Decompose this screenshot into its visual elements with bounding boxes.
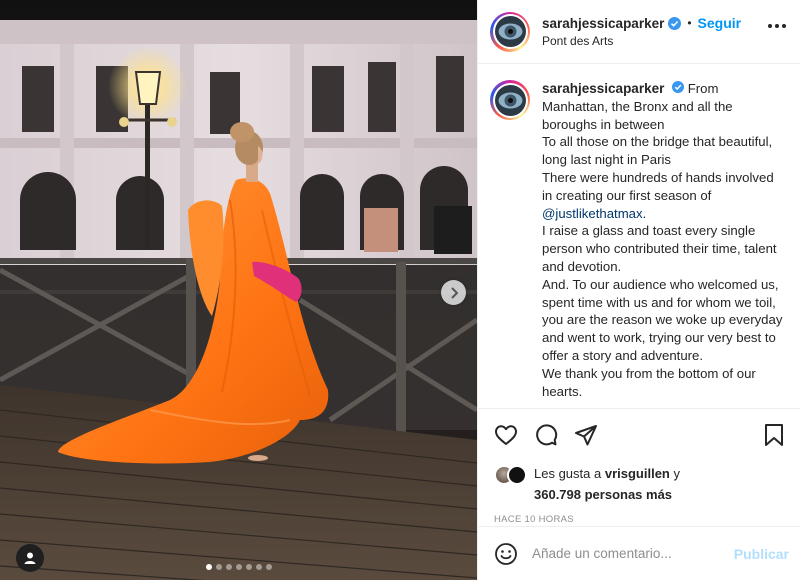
separator-dot: • (687, 16, 692, 30)
post-media[interactable] (0, 0, 477, 580)
caption-period: . (642, 205, 647, 221)
caption-line: And. To our audience who welcomed us, sp… (542, 276, 783, 363)
emoji-icon[interactable] (494, 542, 518, 566)
comment-composer: Publicar (478, 526, 800, 580)
likes-joiner: y (673, 466, 681, 481)
comment-input[interactable] (532, 546, 734, 561)
post-actions: Les gusta a vrisguillen y 360.798 person… (478, 408, 800, 525)
post-header: sarahjessicaparker • Seguir Pont des Art… (478, 0, 800, 64)
follow-button[interactable]: Seguir (698, 15, 742, 31)
carousel-dot (215, 564, 222, 570)
carousel-dot (255, 564, 262, 570)
likes-prefix: Les gusta a (534, 466, 602, 481)
verified-badge-icon (672, 81, 685, 93)
heart-icon[interactable] (494, 423, 518, 447)
caption-avatar[interactable] (490, 80, 530, 120)
liker-username-link[interactable]: vrisguillen (605, 466, 670, 481)
location-link[interactable]: Pont des Arts (542, 34, 788, 48)
bookmark-icon[interactable] (763, 423, 785, 447)
avatar[interactable] (490, 11, 530, 52)
carousel-indicator (0, 564, 477, 570)
carousel-dot (205, 564, 212, 570)
mention-link[interactable]: @justlikethatmax (542, 206, 643, 221)
share-icon[interactable] (574, 423, 598, 447)
chevron-right-icon (450, 286, 458, 299)
post-timestamp[interactable]: HACE 10 HORAS (478, 514, 800, 525)
caption-line: To all those on the bridge that beautifu… (542, 134, 773, 168)
caption-line: We thank you from the bottom of our hear… (542, 365, 756, 399)
carousel-dot (235, 564, 242, 570)
caption-line: I raise a glass and toast every single p… (542, 223, 777, 274)
post-photo (0, 0, 477, 580)
verified-badge-icon (668, 16, 682, 30)
likes-summary: Les gusta a vrisguillen y (478, 463, 800, 485)
caption-line: There were hundreds of hands involved in… (542, 169, 774, 203)
username-link[interactable]: sarahjessicaparker (542, 16, 664, 31)
comment-icon[interactable] (534, 423, 558, 447)
post-side-panel: sarahjessicaparker • Seguir Pont des Art… (477, 0, 800, 580)
caption-section: sarahjessicaparker From Manhattan, the B… (478, 64, 800, 408)
carousel-dot (265, 564, 272, 570)
carousel-dot (245, 564, 252, 570)
liker-avatars[interactable] (494, 463, 528, 485)
next-slide-button[interactable] (441, 280, 466, 305)
carousel-dot (225, 564, 232, 570)
caption-text: sarahjessicaparker From Manhattan, the B… (542, 80, 786, 408)
likes-count-link[interactable]: 360.798 personas más (478, 487, 800, 502)
more-options-icon[interactable] (768, 24, 786, 28)
publish-button[interactable]: Publicar (734, 546, 789, 562)
caption-username[interactable]: sarahjessicaparker (542, 81, 664, 96)
